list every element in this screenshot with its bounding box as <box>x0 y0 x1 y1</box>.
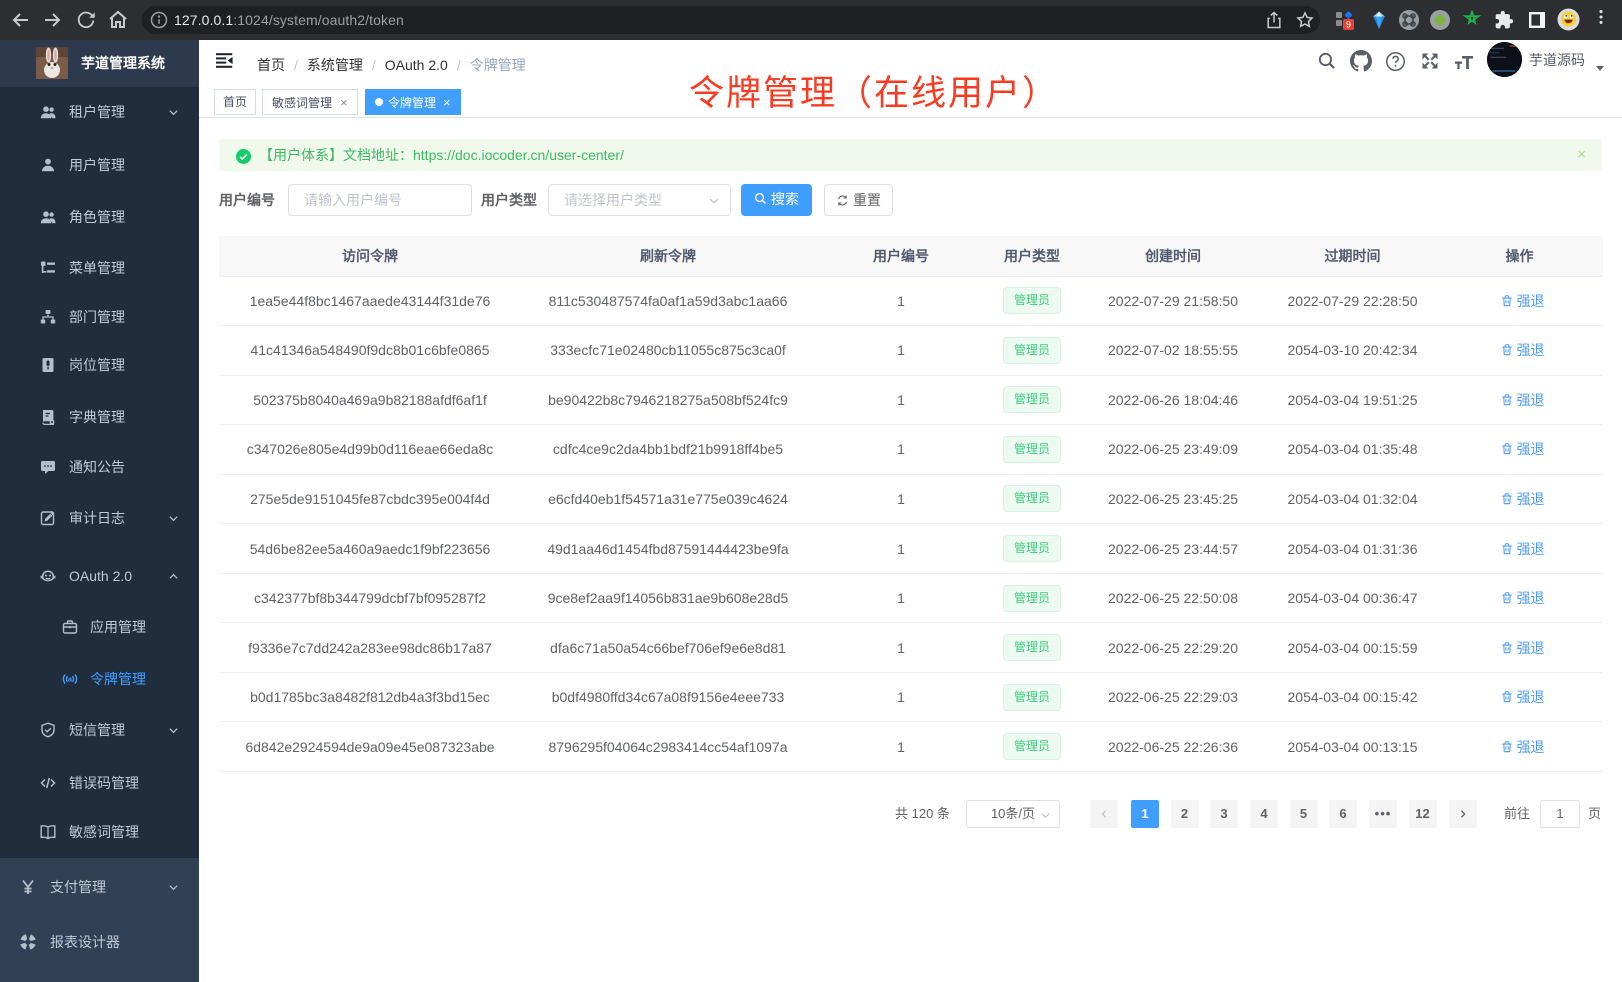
svg-text:9: 9 <box>1346 20 1351 30</box>
svg-text:a: a <box>68 674 73 683</box>
